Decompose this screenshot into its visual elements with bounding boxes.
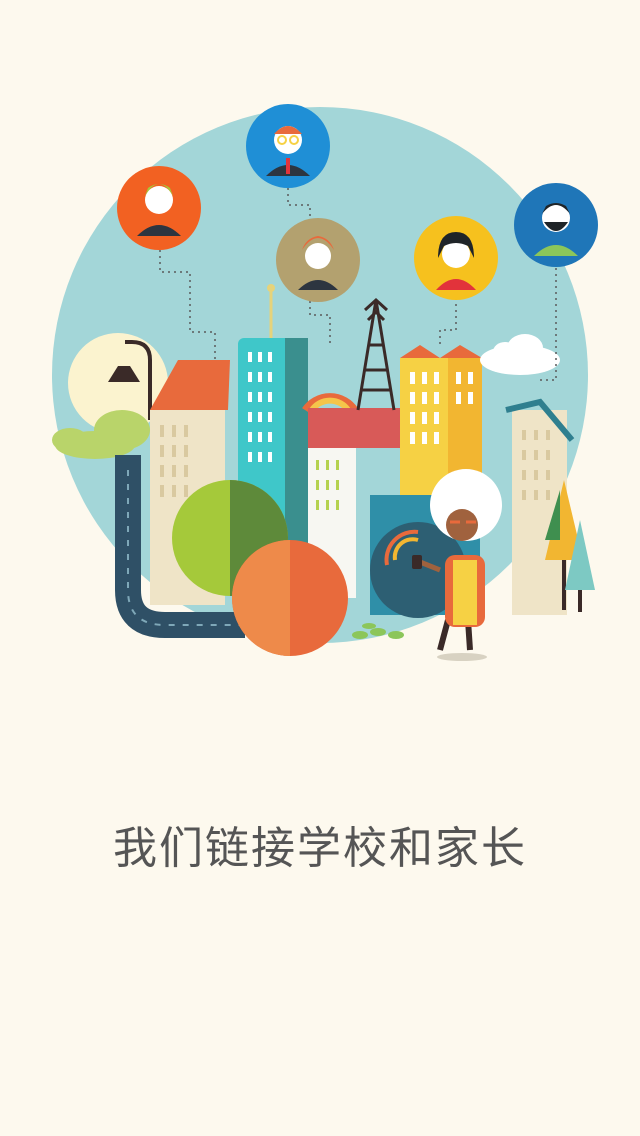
avatar-glasses-man-icon	[246, 104, 330, 188]
avatar-red-hair-woman-icon	[276, 218, 360, 302]
building-red-roof	[308, 408, 404, 448]
avatar-green-hair-woman-icon	[117, 166, 201, 250]
avatar-black-hair-woman-icon	[414, 216, 498, 300]
splash-tagline: 我们链接学校和家长	[113, 823, 527, 874]
tree-orange-icon	[232, 540, 348, 656]
avatar-bearded-man-icon	[514, 183, 598, 267]
city-connection-illustration	[52, 104, 598, 661]
splash-screen: 我们链接学校和家长	[0, 0, 640, 1136]
